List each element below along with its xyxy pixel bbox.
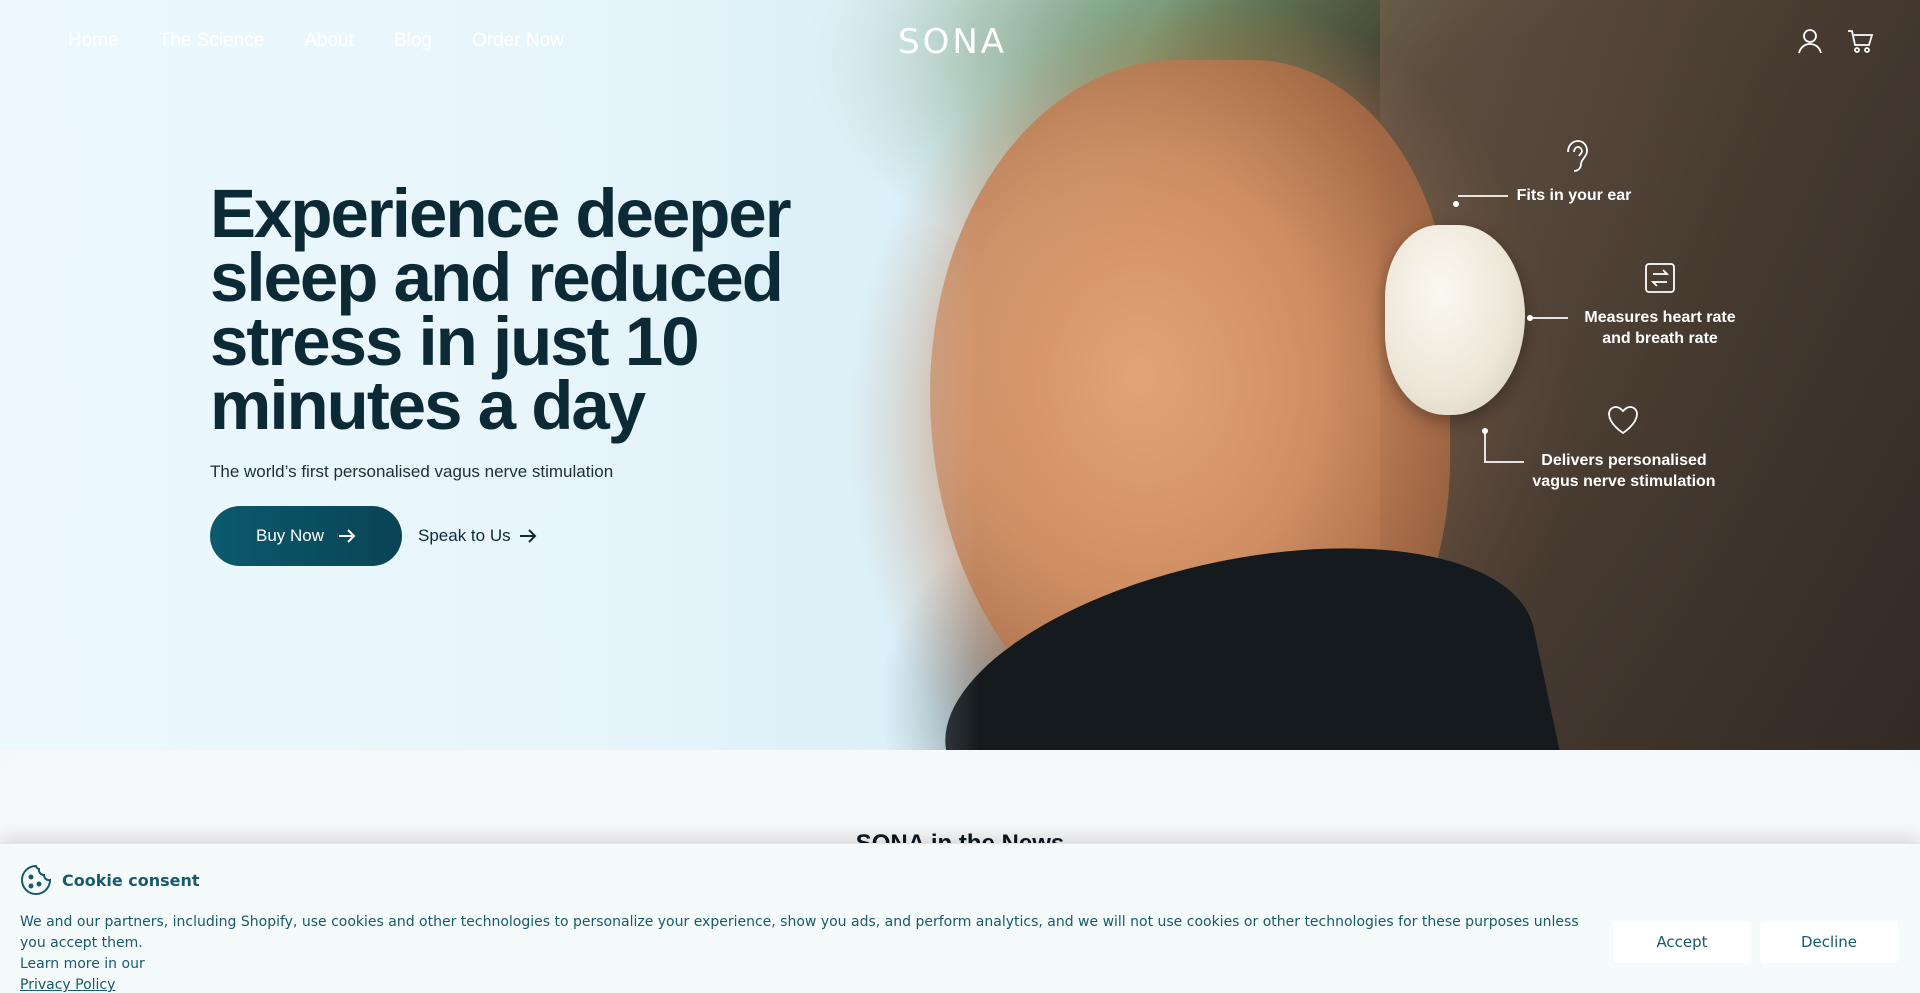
cookie-body: We and our partners, including Shopify, … [20,914,1579,951]
sona-logo[interactable]: SONA [898,22,1023,62]
top-nav: Home The Science About Blog Order Now SO… [0,0,1920,84]
headline-line-4: minutes a day [210,367,646,444]
callout-dot-ear [1453,201,1459,207]
headline-line-3: stress in just 10 [210,303,700,380]
feature-delivers-line-2: vagus nerve stimulation [1532,473,1716,490]
nav-link-blog[interactable]: Blog [394,30,432,52]
user-icon[interactable] [1796,27,1824,55]
ear-icon [1560,138,1590,179]
arrow-right-icon [519,529,537,543]
nav-link-about[interactable]: About [304,30,354,52]
arrow-right-icon [339,529,356,543]
buy-now-label: Buy Now [255,526,325,545]
privacy-policy-link[interactable]: Privacy Policy [20,975,115,993]
speak-to-us-link[interactable]: Speak to Us [418,526,537,546]
hero-headline: Experience deeper sleep and reduced stre… [210,175,810,444]
cookie-consent-banner: Cookie consent We and our partners, incl… [0,843,1920,993]
cart-icon[interactable] [1846,27,1874,55]
feature-delivers-line-1: Delivers personalised [1541,452,1707,469]
speak-to-us-label: Speak to Us [418,526,511,545]
cookie-learn-more: Learn more in our [20,956,145,972]
cookie-icon [20,864,52,896]
cookie-title: Cookie consent [62,871,200,890]
accept-button[interactable]: Accept [1613,921,1751,963]
callout-line-ear [1458,195,1508,197]
heart-icon [1606,404,1640,441]
headline-line-2: sleep and reduced [210,239,784,316]
nav-link-home[interactable]: Home [68,30,119,52]
logo-text: SONA [898,22,1008,62]
nav-links: Home The Science About Blog Order Now [68,30,564,52]
decline-button[interactable]: Decline [1760,921,1898,963]
callout-line-deliver-h [1484,461,1524,463]
feature-measures-line-2: and breath rate [1602,330,1718,347]
feature-measures: Measures heart rate and breath rate [1578,307,1742,349]
nav-link-order-now[interactable]: Order Now [472,30,564,52]
callout-dot-deliver [1482,428,1488,434]
callout-line-deliver-v [1484,432,1486,462]
cookie-text: We and our partners, including Shopify, … [20,912,1600,993]
feature-fits-in-ear: Fits in your ear [1516,187,1632,204]
callout-dot-measure [1527,315,1533,321]
headline-line-1: Experience deeper [210,175,792,252]
feature-delivers: Delivers personalised vagus nerve stimul… [1524,450,1724,492]
callout-line-measure [1530,317,1568,319]
arrows-exchange-icon [1644,262,1676,299]
hero-subline: The world’s first personalised vagus ner… [210,462,614,481]
buy-now-button[interactable]: Buy Now [210,506,402,566]
feature-measures-line-1: Measures heart rate [1584,309,1736,326]
nav-link-the-science[interactable]: The Science [159,30,265,52]
